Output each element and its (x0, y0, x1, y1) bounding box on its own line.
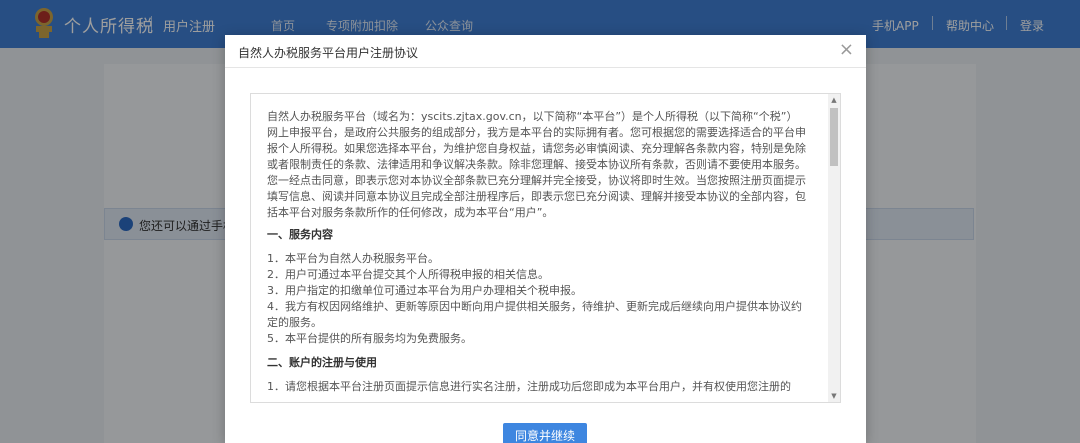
list-item: 3．用户指定的扣缴单位可通过本平台为用户办理相关个税申报。 (267, 284, 582, 297)
list-item: 1．请您根据本平台注册页面提示信息进行实名注册，注册成功后您即成为本平台用户，并… (267, 380, 791, 393)
close-icon[interactable]: × (839, 41, 854, 59)
scroll-up-arrow-icon[interactable]: ▲ (828, 94, 840, 106)
agreement-scrollbar[interactable]: ▲ ▼ (828, 94, 840, 402)
scroll-down-arrow-icon[interactable]: ▼ (828, 390, 840, 402)
list-item: 5．本平台提供的所有服务均为免费服务。 (267, 332, 472, 345)
section-title-account: 二、账户的注册与使用 (267, 356, 377, 369)
dialog-title: 自然人办税服务平台用户注册协议 (238, 46, 419, 60)
list-item: 1．本平台为自然人办税服务平台。 (267, 252, 439, 265)
agreement-intro: 自然人办税服务平台（域名为：yscits.zjtax.gov.cn，以下简称“本… (267, 110, 806, 219)
agree-continue-button[interactable]: 同意并继续 (503, 423, 587, 443)
agreement-dialog: 自然人办税服务平台用户注册协议 × 自然人办税服务平台（域名为：yscits.z… (225, 35, 866, 443)
list-item: 2．用户可通过本平台提交其个人所得税申报的相关信息。 (267, 268, 549, 281)
list-item: 4．我方有权因网络维护、更新等原因中断向用户提供相关服务，待维护、更新完成后继续… (267, 300, 802, 329)
scroll-thumb[interactable] (830, 108, 838, 166)
section-title-service: 一、服务内容 (267, 228, 333, 241)
dialog-divider (225, 67, 866, 68)
agreement-text-box[interactable]: 自然人办税服务平台（域名为：yscits.zjtax.gov.cn，以下简称“本… (250, 93, 841, 403)
agreement-content: 自然人办税服务平台（域名为：yscits.zjtax.gov.cn，以下简称“本… (267, 109, 807, 395)
